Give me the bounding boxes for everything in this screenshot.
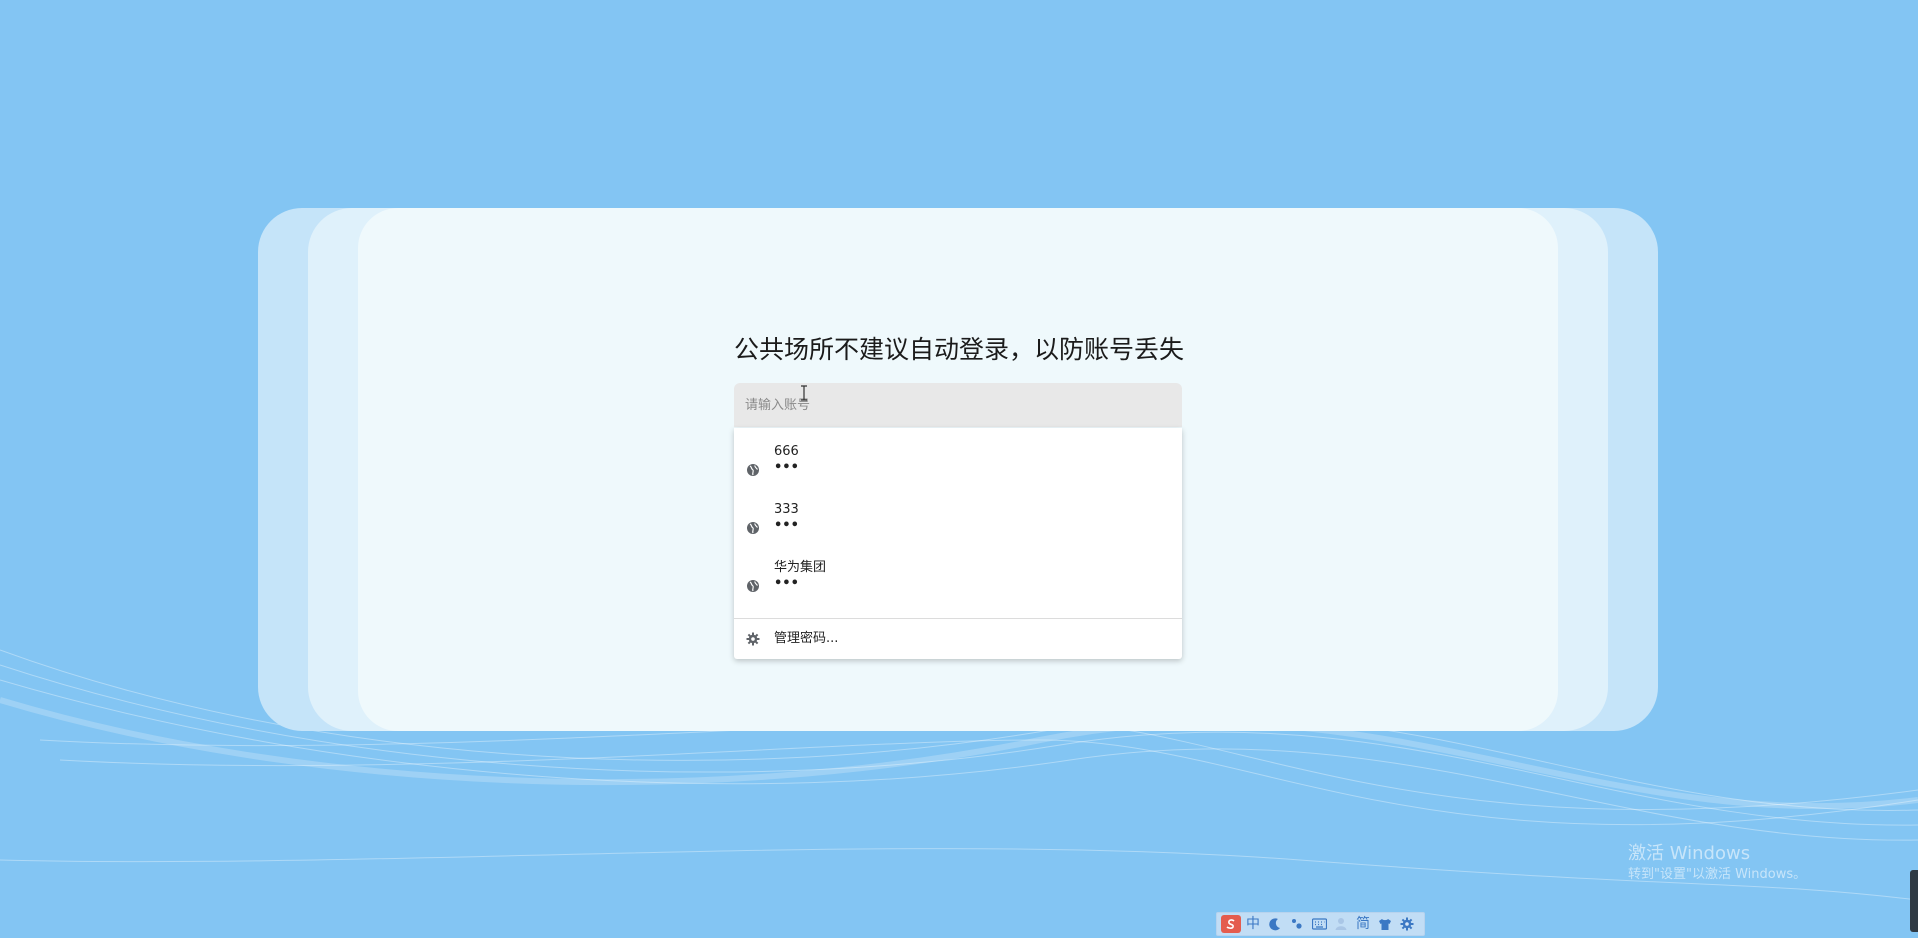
saved-account-item[interactable]: 333 ••• [734, 497, 1182, 555]
skin-icon [1379, 918, 1391, 930]
watermark-subtitle: 转到"设置"以激活 Windows。 [1628, 867, 1807, 882]
saved-password-mask: ••• [774, 518, 799, 533]
saved-account-item[interactable]: 666 ••• [734, 439, 1182, 497]
keyboard-icon [1311, 918, 1327, 930]
saved-password-mask: ••• [774, 576, 799, 591]
ime-mode-label: 中 [1246, 916, 1260, 932]
gear-icon [746, 632, 760, 646]
ime-width-button[interactable] [1264, 913, 1286, 935]
edge-scroll-handle[interactable] [1910, 870, 1918, 932]
ime-mode-button[interactable]: 中 [1242, 913, 1264, 935]
moon-icon [1269, 918, 1280, 931]
ime-user-button[interactable] [1330, 913, 1352, 935]
autofill-dropdown: 666 ••• 333 ••• 华为集团 ••• 管理密码... [734, 428, 1182, 659]
windows-activation-watermark: 激活 Windows 转到"设置"以激活 Windows。 [1628, 842, 1806, 884]
saved-account-name: 333 [774, 502, 799, 517]
sogou-logo-icon [1221, 915, 1241, 933]
watermark-title: 激活 Windows [1628, 843, 1751, 864]
manage-passwords-item[interactable]: 管理密码... [734, 619, 1182, 659]
ime-settings-button[interactable] [1396, 913, 1418, 935]
saved-account-list: 666 ••• 333 ••• 华为集团 ••• [734, 428, 1182, 613]
saved-account-name: 666 [774, 444, 799, 459]
saved-password-mask: ••• [774, 460, 799, 475]
ime-punctuation-button[interactable] [1286, 913, 1308, 935]
globe-icon [747, 580, 759, 592]
ime-skin-button[interactable] [1374, 913, 1396, 935]
ime-toolbar: 中 简 [1216, 912, 1425, 936]
globe-icon [747, 464, 759, 476]
ime-charset-label: 简 [1356, 916, 1370, 932]
ime-logo-button[interactable] [1220, 913, 1242, 935]
globe-icon [747, 522, 759, 534]
saved-account-name: 华为集团 [774, 560, 827, 575]
ime-charset-button[interactable]: 简 [1352, 913, 1374, 935]
account-input[interactable] [734, 383, 1182, 427]
user-icon [1335, 918, 1347, 930]
manage-passwords-label: 管理密码... [774, 631, 839, 646]
punctuation-icon [1292, 919, 1302, 929]
saved-account-item[interactable]: 华为集团 ••• [734, 555, 1182, 613]
ime-keyboard-button[interactable] [1308, 913, 1330, 935]
settings-icon [1400, 917, 1414, 931]
auto-login-notice: 公共场所不建议自动登录，以防账号丢失 [734, 335, 1185, 364]
